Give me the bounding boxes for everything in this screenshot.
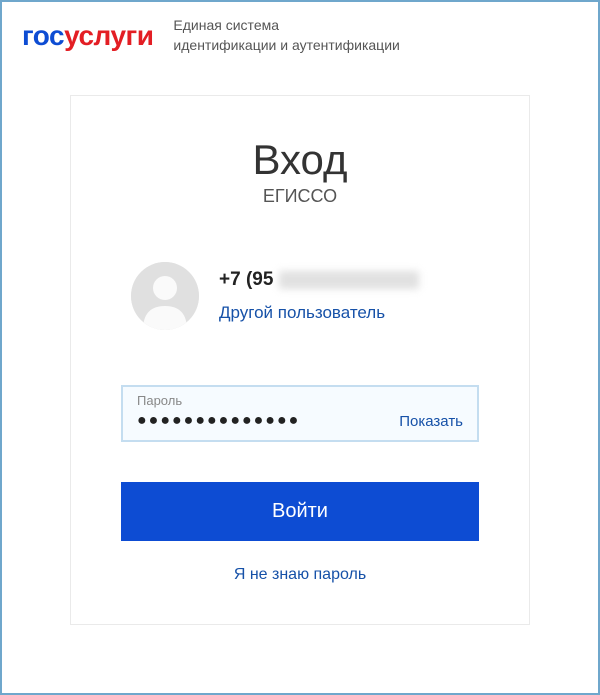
show-password-link[interactable]: Показать [399,413,463,430]
phone-prefix: +7 (95 [219,269,273,291]
page-subtitle: ЕГИССО [121,186,479,207]
login-button[interactable]: Войти [121,482,479,541]
password-row: Показать [137,412,463,430]
password-field-wrap[interactable]: Пароль Показать [121,385,479,442]
phone-number: +7 (95 [219,269,419,291]
avatar-placeholder-icon [131,262,199,330]
login-card: Вход ЕГИССО +7 (95 Другой пользователь П… [70,95,530,625]
tagline-line-1: Единая система [173,16,399,36]
user-block: +7 (95 Другой пользователь [121,262,479,330]
password-input[interactable] [137,412,389,430]
header: госуслуги Единая система идентификации и… [2,2,598,65]
tagline-line-2: идентификации и аутентификации [173,36,399,56]
header-tagline: Единая система идентификации и аутентифи… [173,16,399,55]
avatar [131,262,199,330]
logo-part-uslugi: услуги [64,20,153,51]
logo-part-gos: гос [22,20,64,51]
other-user-link[interactable]: Другой пользователь [219,303,385,323]
logo: госуслуги [22,20,153,52]
password-label: Пароль [137,393,463,408]
forgot-password-link[interactable]: Я не знаю пароль [121,566,479,584]
page-title: Вход [121,136,479,184]
user-info: +7 (95 Другой пользователь [219,269,419,323]
phone-hidden-part [279,271,419,289]
